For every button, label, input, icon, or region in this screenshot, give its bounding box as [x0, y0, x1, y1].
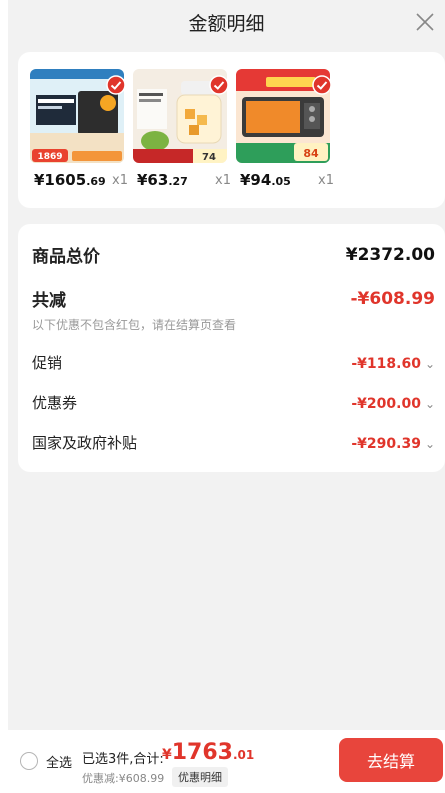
price-integer: ¥94 — [240, 171, 272, 189]
total-reduce-label: 共减 — [32, 291, 66, 311]
discount-detail-button[interactable]: 优惠明细 — [172, 767, 228, 787]
amount-integer: 1763 — [171, 740, 233, 765]
checked-icon[interactable] — [209, 75, 229, 95]
price-decimal: .69 — [86, 175, 106, 188]
discount-value-wrap: -¥118.60 ⌄ — [351, 353, 435, 372]
price-integer: ¥63 — [137, 171, 169, 189]
close-icon[interactable] — [413, 10, 437, 34]
products-card: 1869 ¥1605 .69 x1 74 ¥63 .27 x1 84 ¥94 .… — [18, 52, 445, 208]
chevron-down-icon[interactable]: ⌄ — [425, 397, 435, 411]
discount-item-coupon[interactable]: 优惠券 -¥200.00 ⌄ — [32, 392, 435, 413]
discount-value: -¥290.39 — [351, 436, 421, 452]
thumb-caption: 74 — [202, 152, 216, 163]
chevron-down-icon[interactable]: ⌄ — [425, 437, 435, 451]
amount-currency: ¥ — [162, 747, 172, 763]
amount-detail-sheet: 金额明细 1869 ¥1605 .69 x1 74 ¥63 .27 x1 84 … — [8, 0, 445, 793]
amount-decimal: .01 — [232, 748, 255, 762]
checkout-button[interactable]: 去结算 — [339, 738, 443, 782]
discount-item-subsidy[interactable]: 国家及政府补贴 -¥290.39 ⌄ — [32, 432, 435, 453]
selected-count: 已选3件,合计: — [82, 752, 164, 767]
select-all-label[interactable]: 全选 — [46, 752, 72, 771]
quantity: x1 — [112, 173, 128, 188]
discount-value: -¥118.60 — [351, 356, 421, 372]
price-summary-card: 商品总价 ¥2372.00 共减 -¥608.99 以下优惠不包含红包，请在结算… — [18, 224, 445, 472]
discount-value: -¥200.00 — [351, 396, 421, 412]
discount-label: 促销 — [32, 354, 63, 372]
total-price-row: 商品总价 ¥2372.00 — [32, 242, 435, 268]
product-price: ¥94 .05 x1 — [240, 171, 340, 191]
total-amount: ¥ 1763 .01 — [162, 740, 254, 765]
total-reduce-row: 共减 -¥608.99 — [32, 286, 436, 312]
thumb-caption: 84 — [303, 147, 319, 160]
select-all-radio[interactable] — [20, 752, 38, 770]
thumb-caption: 1869 — [37, 152, 62, 162]
total-price-value: ¥2372.00 — [345, 244, 435, 265]
checked-icon[interactable] — [106, 75, 126, 95]
discount-value-wrap: -¥200.00 ⌄ — [351, 393, 435, 412]
discount-summary: 优惠减:¥608.99 — [82, 772, 165, 785]
product-item[interactable]: 1869 ¥1605 .69 x1 — [30, 69, 130, 189]
price-decimal: .05 — [271, 175, 291, 188]
quantity: x1 — [318, 173, 334, 188]
checkout-bar: 全选 已选3件,合计: ¥ 1763 .01 优惠减:¥608.99 优惠明细 … — [8, 730, 445, 793]
discount-label: 国家及政府补贴 — [32, 434, 138, 452]
price-integer: ¥1605 — [34, 171, 87, 189]
product-item[interactable]: 74 ¥63 .27 x1 — [133, 69, 233, 189]
product-price: ¥63 .27 x1 — [137, 171, 237, 191]
price-decimal: .27 — [168, 175, 188, 188]
quantity: x1 — [215, 173, 231, 188]
discount-item-promotion[interactable]: 促销 -¥118.60 ⌄ — [32, 352, 435, 373]
total-price-label: 商品总价 — [32, 247, 100, 267]
product-item[interactable]: 84 ¥94 .05 x1 — [236, 69, 336, 189]
page-title: 金额明细 — [188, 12, 265, 35]
checked-icon[interactable] — [312, 75, 332, 95]
discount-note: 以下优惠不包含红包，请在结算页查看 — [32, 318, 237, 332]
chevron-down-icon[interactable]: ⌄ — [425, 357, 435, 371]
header: 金额明细 — [8, 0, 445, 44]
discount-value-wrap: -¥290.39 ⌄ — [351, 433, 435, 452]
product-price: ¥1605 .69 x1 — [34, 171, 134, 191]
total-reduce-value: -¥608.99 — [350, 288, 436, 309]
discount-label: 优惠券 — [32, 394, 78, 412]
